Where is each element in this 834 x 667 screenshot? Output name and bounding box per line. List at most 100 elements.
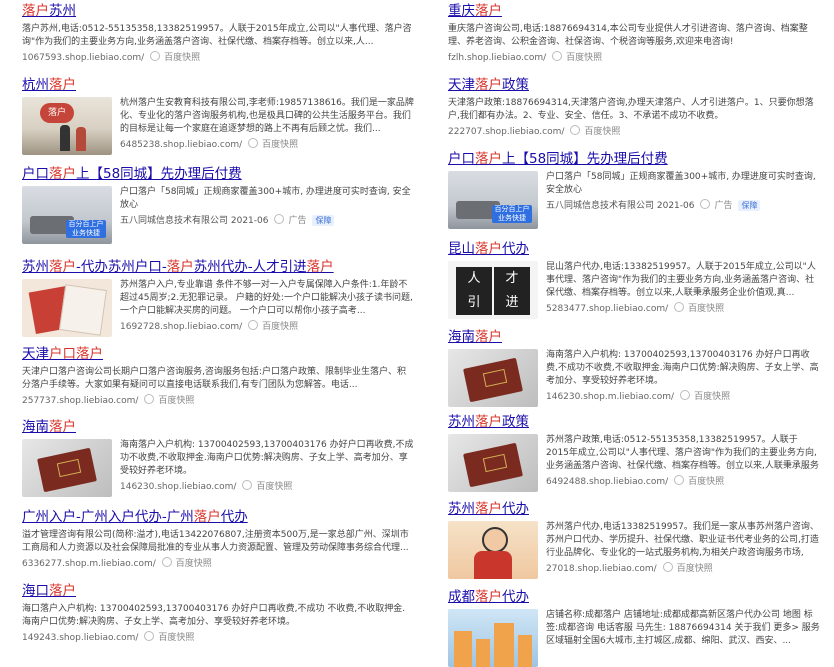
search-result: 户口落户上【58同城】先办理后付费 百分百上户 业务快捷 户口落户「58同城」正规商… xyxy=(448,150,820,229)
title-segment: 昆山 xyxy=(448,241,475,257)
title-segment: 落户 xyxy=(49,166,76,182)
title-segment: 落户 xyxy=(475,3,502,19)
snippet-segment: 溢才管理咨询有限公司(简称:溢才),电话13422076807,注册资本500万… xyxy=(22,530,409,553)
security-check-icon xyxy=(674,475,685,485)
result-thumbnail-image[interactable] xyxy=(448,349,538,407)
title-segment: 落户 xyxy=(475,241,502,257)
thumbnail-caption: 百分百上户 业务快捷 xyxy=(66,220,106,238)
guarantee-badge[interactable]: 保障 xyxy=(738,200,761,211)
result-thumbnail-image[interactable] xyxy=(448,521,538,579)
snapshot-link[interactable]: 百度快照 xyxy=(566,53,602,63)
result-url[interactable]: 222707.shop.liebiao.com/ xyxy=(448,127,564,137)
result-title-link[interactable]: 落户苏州 xyxy=(22,2,414,20)
snippet-segment: 户口 xyxy=(546,172,565,182)
snippet-segment: 落户 xyxy=(138,98,157,108)
snapshot-link[interactable]: 百度快照 xyxy=(584,127,620,137)
snippet-segment: 咨询服务,咨询服务包括:户口 xyxy=(166,367,280,377)
snapshot-link[interactable]: 百度快照 xyxy=(256,482,292,492)
advertiser-name: 五八同城信息技术有限公司 2021-06 xyxy=(546,201,695,211)
snapshot-link[interactable]: 百度快照 xyxy=(164,53,200,63)
info-icon[interactable] xyxy=(700,199,711,209)
snapshot-link[interactable]: 百度快照 xyxy=(688,477,724,487)
result-url[interactable]: 146230.shop.m.liebiao.com/ xyxy=(546,392,674,402)
title-segment: 落户 xyxy=(49,419,76,435)
result-meta: 5283477.shop.liebiao.com/百度快照 xyxy=(546,302,820,316)
thumbnail-caption: 人 xyxy=(456,267,492,291)
result-title-link[interactable]: 海南落户 xyxy=(22,418,414,436)
title-segment: 落户 xyxy=(475,329,502,345)
snapshot-link[interactable]: 百度快照 xyxy=(694,392,730,402)
search-result: 昆山落户代办人才引进昆山落户代办,电话:13382519957。人联于2015年… xyxy=(448,240,820,319)
result-title-link[interactable]: 户口落户上【58同城】先办理后付费 xyxy=(22,165,414,183)
snapshot-link[interactable]: 百度快照 xyxy=(262,322,298,332)
snapshot-link[interactable]: 百度快照 xyxy=(176,559,212,569)
result-url[interactable]: 6336277.shop.m.liebiao.com/ xyxy=(22,559,156,569)
result-url[interactable]: 27018.shop.liebiao.com/ xyxy=(546,564,657,574)
title-segment: 户口落户 xyxy=(49,346,103,362)
snippet-segment: 户口 xyxy=(120,187,139,197)
snippet-segment: 落户 xyxy=(735,24,754,34)
snippet-segment: 海南 xyxy=(546,350,565,360)
result-thumbnail-image[interactable]: 人才引进 xyxy=(448,261,538,319)
result-url[interactable]: 257737.shop.liebiao.com/ xyxy=(22,396,138,406)
result-thumbnail-image[interactable] xyxy=(22,439,112,497)
snippet-segment: 落户 xyxy=(564,435,583,445)
guarantee-badge[interactable]: 保障 xyxy=(312,215,335,226)
info-icon[interactable] xyxy=(274,214,285,224)
snapshot-link[interactable]: 百度快照 xyxy=(688,304,724,314)
result-thumbnail-image[interactable] xyxy=(448,609,538,667)
snippet-segment: 落户 xyxy=(564,172,583,182)
snippet-segment: 。1、只要你想 xyxy=(744,98,805,108)
result-snippet: 海南落户入户机构: 13700402593,13700403176 办好户口再收… xyxy=(120,439,414,478)
result-title-link[interactable]: 成都落户代办 xyxy=(448,588,820,606)
advertiser-name: 五八同城信息技术有限公司 2021-06 xyxy=(120,216,269,226)
result-title-link[interactable]: 天津落户政策 xyxy=(448,76,820,94)
result-title-link[interactable]: 天津户口落户 xyxy=(22,345,414,363)
snapshot-link[interactable]: 百度快照 xyxy=(262,140,298,150)
snippet-segment: 咨询、社保代缴、档案存档等。创立以来,人... xyxy=(191,37,374,47)
snippet-segment: 昆山 xyxy=(546,262,565,272)
result-url[interactable]: 146230.shop.liebiao.com/ xyxy=(120,482,236,492)
snippet-segment: 「58同城」正规商家覆盖300+城市, 办理进度可实时查询, 安全放心 xyxy=(120,187,411,210)
result-url[interactable]: 6485238.shop.liebiao.com/ xyxy=(120,140,242,150)
snapshot-link[interactable]: 百度快照 xyxy=(158,633,194,643)
search-result: 海南落户海南落户入户机构: 13700402593,13700403176 办好… xyxy=(22,418,414,497)
result-title-link[interactable]: 昆山落户代办 xyxy=(448,240,820,258)
result-title-link[interactable]: 杭州落户 xyxy=(22,76,414,94)
result-title-link[interactable]: 重庆落户 xyxy=(448,2,820,20)
security-check-icon xyxy=(150,51,161,61)
result-thumbnail-image[interactable] xyxy=(22,279,112,337)
result-title-link[interactable]: 海南落户 xyxy=(448,328,820,346)
result-title-link[interactable]: 户口落户上【58同城】先办理后付费 xyxy=(448,150,820,168)
title-segment: 政策 xyxy=(502,77,529,93)
snippet-segment: 落户 xyxy=(603,610,622,620)
result-thumbnail-image[interactable] xyxy=(448,434,538,492)
snippet-segment: 落户 xyxy=(582,275,601,285)
search-result: 户口落户上【58同城】先办理后付费百分百上户 业务快捷 户口 落户「58同城」正规商… xyxy=(22,165,414,244)
result-title-link[interactable]: 海口落户 xyxy=(22,582,414,600)
result-url[interactable]: 149243.shop.liebiao.com/ xyxy=(22,633,138,643)
result-url[interactable]: 1692728.shop.liebiao.com/ xyxy=(120,322,242,332)
result-url[interactable]: 6492488.shop.liebiao.com/ xyxy=(546,477,668,487)
snippet-segment: 苏州,电话:0512-55135358,13382519957。人联于2015年… xyxy=(40,24,385,34)
result-title-link[interactable]: 苏州落户代办 xyxy=(448,500,820,518)
result-title-link[interactable]: 苏州落户-代办苏州户口-落户苏州代办-人才引进落户 xyxy=(22,258,414,276)
title-segment: 落户 xyxy=(49,77,76,93)
result-url[interactable]: fzlh.shop.liebiao.com/ xyxy=(448,53,546,63)
thumbnail-caption: 才 xyxy=(494,267,530,291)
result-thumbnail-image[interactable]: 百分百上户 业务快捷 xyxy=(22,186,112,244)
snippet-segment: 落户 xyxy=(564,522,583,532)
search-result: 天津户口落户 天津户口落户咨询公司长期户口落户咨询服务,咨询服务包括:户口落户政策… xyxy=(22,345,414,408)
result-thumbnail-image[interactable]: 落户 xyxy=(22,97,112,155)
snapshot-link[interactable]: 百度快照 xyxy=(158,396,194,406)
result-meta: 146230.shop.liebiao.com/百度快照 xyxy=(120,480,414,494)
result-title-link[interactable]: 广州入户-广州入户代办-广州落户代办 xyxy=(22,508,414,526)
result-url[interactable]: 1067593.shop.liebiao.com/ xyxy=(22,53,144,63)
snapshot-link[interactable]: 百度快照 xyxy=(677,564,713,574)
result-url[interactable]: 5283477.shop.liebiao.com/ xyxy=(546,304,668,314)
thumbnail-caption: 引 xyxy=(456,291,492,315)
snippet-segment: 落户 xyxy=(773,522,792,532)
result-title-link[interactable]: 苏州落户政策 xyxy=(448,413,820,431)
title-segment: 海南 xyxy=(22,419,49,435)
result-thumbnail-image[interactable]: 百分百上户 业务快捷 xyxy=(448,171,538,229)
